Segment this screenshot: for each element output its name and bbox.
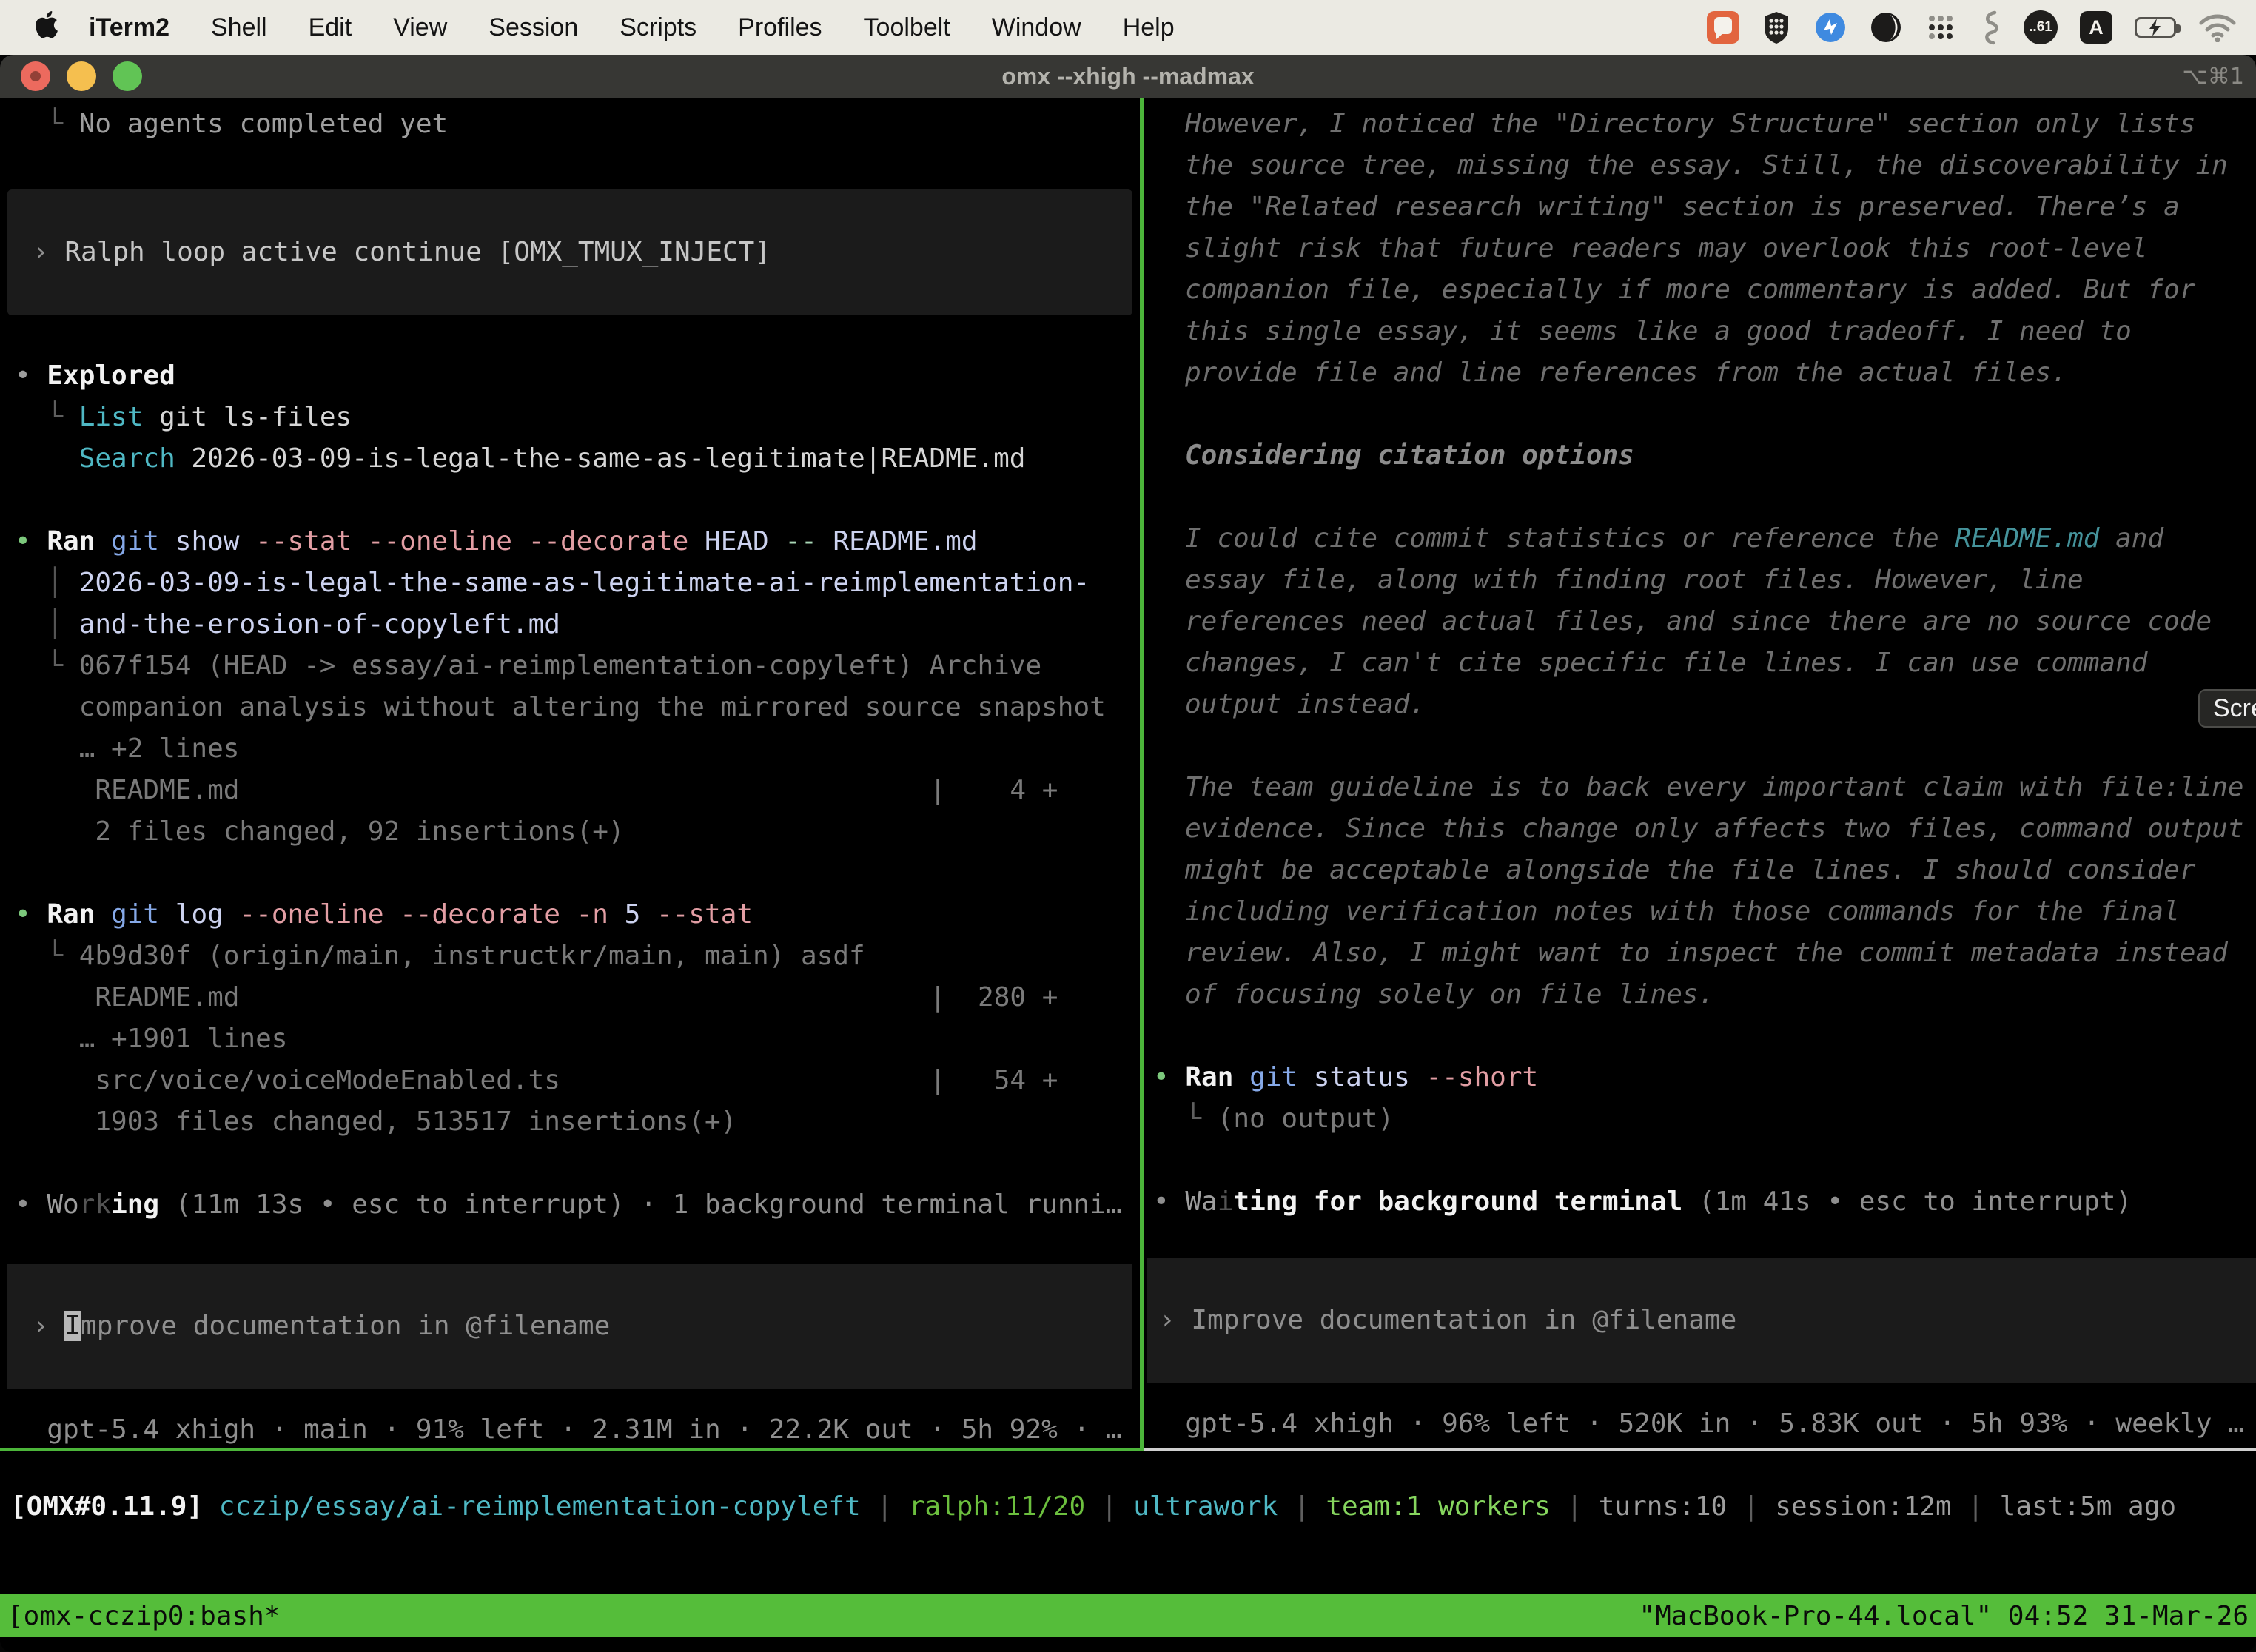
thinking-line: of focusing solely on file lines.	[1146, 974, 2256, 1015]
shield-grid-icon[interactable]	[1762, 10, 1791, 44]
menu-item-session[interactable]: Session	[468, 13, 599, 42]
menu-item-scripts[interactable]: Scripts	[599, 13, 717, 42]
blue-zigzag-badge-icon[interactable]	[1813, 10, 1847, 44]
menu-items: iTerm2 Shell Edit View Session Scripts P…	[68, 13, 1195, 42]
thinking-line: the source tree, missing the essay. Stil…	[1146, 145, 2256, 187]
thinking-line: However, I noticed the "Directory Struct…	[1146, 104, 2256, 145]
prompt-input-left[interactable]: › Improve documentation in @filename	[7, 1264, 1132, 1389]
command-line-git-status: • Ran git status --short	[1146, 1057, 2256, 1098]
menu-item-toolbelt[interactable]: Toolbelt	[843, 13, 971, 42]
chat-app-icon[interactable]	[1707, 11, 1739, 44]
explored-search-line: Search 2026-03-09-is-legal-the-same-as-l…	[0, 438, 1140, 480]
traffic-lights	[21, 61, 142, 91]
thinking-line: references need actual files, and since …	[1146, 601, 2256, 642]
thinking-line: I could cite commit statistics or refere…	[1146, 518, 2256, 560]
command-line-git-log: • Ran git log --oneline --decorate -n 5 …	[0, 894, 1140, 936]
pane-left: └ No agents completed yet › Ralph loop a…	[0, 98, 1140, 1460]
readme-link[interactable]: README.md	[1955, 523, 2099, 554]
wifi-icon[interactable]	[2198, 13, 2237, 42]
menubar: iTerm2 Shell Edit View Session Scripts P…	[0, 0, 2256, 55]
dots-grid-icon[interactable]	[1924, 11, 1957, 44]
command-output-line: └ 4b9d30f (origin/main, instructkr/main,…	[0, 936, 1140, 977]
command-output-line: … +1901 lines	[0, 1018, 1140, 1060]
model-status-line-right: gpt-5.4 xhigh · 96% left · 520K in · 5.8…	[1146, 1403, 2256, 1445]
window-shortcut-hint: ⌥⌘1	[2182, 64, 2244, 90]
menu-item-view[interactable]: View	[372, 13, 468, 42]
ralph-counter: ralph:11/20	[909, 1491, 1085, 1522]
team-badge: team:1 workers	[1326, 1491, 1550, 1522]
thinking-line: changes, I can't cite specific file line…	[1146, 642, 2256, 684]
thinking-line: slight risk that future readers may over…	[1146, 228, 2256, 269]
tmux-session-label: [omx-cczip0:bash*	[7, 1601, 280, 1631]
command-output-line: └ 067f154 (HEAD -> essay/ai-reimplementa…	[0, 645, 1140, 687]
battery-charging-icon[interactable]	[2135, 17, 2176, 38]
pane-border-bottom-right	[1144, 1448, 2256, 1451]
close-button[interactable]	[21, 61, 50, 91]
tmux-host-clock-label: "MacBook-Pro-44.local" 04:52 31-Mar-26	[1639, 1601, 2249, 1631]
working-status-line: • Working (11m 13s • esc to interrupt) ·…	[0, 1184, 1140, 1226]
thinking-line: output instead.	[1146, 684, 2256, 725]
agents-status-line: └ No agents completed yet	[0, 104, 1140, 145]
menubar-status-icons: ..61 A	[1707, 9, 2256, 46]
thinking-line: the "Related research writing" section i…	[1146, 187, 2256, 228]
explored-header: • Explored	[0, 355, 1140, 397]
zoom-button[interactable]	[113, 61, 142, 91]
text-cursor: I	[64, 1311, 81, 1341]
pane-divider[interactable]	[1140, 98, 1144, 1448]
crescent-circle-icon[interactable]	[1870, 11, 1902, 44]
thinking-line: review. Also, I might want to inspect th…	[1146, 933, 2256, 974]
minimize-button[interactable]	[67, 61, 96, 91]
gauge-badge-icon[interactable]: ..61	[2024, 10, 2058, 44]
thinking-line: companion file, especially if more comme…	[1146, 269, 2256, 311]
prompt-input-right[interactable]: › Improve documentation in @filename	[1147, 1258, 2256, 1383]
command-output-line: └ (no output)	[1146, 1098, 2256, 1140]
menu-item-help[interactable]: Help	[1102, 13, 1195, 42]
menu-item-iterm2[interactable]: iTerm2	[68, 13, 190, 42]
diffstat-line: README.md| 280 +	[0, 977, 1140, 1018]
command-output-line: companion analysis without altering the …	[0, 687, 1140, 728]
menu-item-window[interactable]: Window	[971, 13, 1102, 42]
menu-item-shell[interactable]: Shell	[190, 13, 288, 42]
diffstat-line: src/voice/voiceModeEnabled.ts| 54 +	[0, 1060, 1140, 1101]
pane-right: However, I noticed the "Directory Struct…	[1146, 98, 2256, 1460]
pane-border-bottom-left	[0, 1448, 1144, 1451]
input-source-icon[interactable]: A	[2080, 11, 2112, 44]
squiggle-icon[interactable]	[1979, 9, 2001, 46]
waiting-status-line: • Waiting for background terminal (1m 41…	[1146, 1181, 2256, 1223]
iterm2-window: omx --xhigh --madmax ⌥⌘1 └ No agents com…	[0, 55, 2256, 1652]
command-output-line: 2 files changed, 92 insertions(+)	[0, 811, 1140, 853]
screen-overlay-button[interactable]: Scre	[2198, 689, 2256, 728]
tmux-status-bar: [omx-cczip0:bash* "MacBook-Pro-44.local"…	[0, 1594, 2256, 1637]
menu-item-profiles[interactable]: Profiles	[717, 13, 842, 42]
command-output-line: … +2 lines	[0, 728, 1140, 770]
ralph-loop-banner: › Ralph loop active continue [OMX_TMUX_I…	[7, 189, 1132, 315]
window-titlebar[interactable]: omx --xhigh --madmax ⌥⌘1	[0, 55, 2256, 98]
apple-menu[interactable]	[34, 10, 58, 45]
window-title: omx --xhigh --madmax	[1001, 63, 1254, 90]
command-arg-line: │ 2026-03-09-is-legal-the-same-as-legiti…	[0, 563, 1140, 604]
thinking-line: The team guideline is to back every impo…	[1146, 767, 2256, 808]
model-status-line-left: gpt-5.4 xhigh · main · 91% left · 2.31M …	[0, 1409, 1140, 1451]
command-output-line: 1903 files changed, 513517 insertions(+)	[0, 1101, 1140, 1143]
mode-badge: ultrawork	[1133, 1491, 1278, 1522]
thinking-line: provide file and line references from th…	[1146, 352, 2256, 394]
omx-status-bar: [OMX#0.11.9] cczip/essay/ai-reimplementa…	[0, 1486, 2256, 1528]
thinking-line: including verification notes with those …	[1146, 891, 2256, 933]
thinking-heading: Considering citation options	[1146, 435, 2256, 477]
diffstat-line: README.md| 4 +	[0, 770, 1140, 811]
command-line-git-show: • Ran git show --stat --oneline --decora…	[0, 521, 1140, 563]
apple-logo-icon	[34, 10, 58, 45]
thinking-line: might be acceptable alongside the file l…	[1146, 850, 2256, 891]
menu-item-edit[interactable]: Edit	[288, 13, 373, 42]
thinking-line: this single essay, it seems like a good …	[1146, 311, 2256, 352]
thinking-line: essay file, along with finding root file…	[1146, 560, 2256, 601]
explored-list-line: └ List git ls-files	[0, 397, 1140, 438]
command-arg-line: │ and-the-erosion-of-copyleft.md	[0, 604, 1140, 645]
thinking-line: evidence. Since this change only affects…	[1146, 808, 2256, 850]
